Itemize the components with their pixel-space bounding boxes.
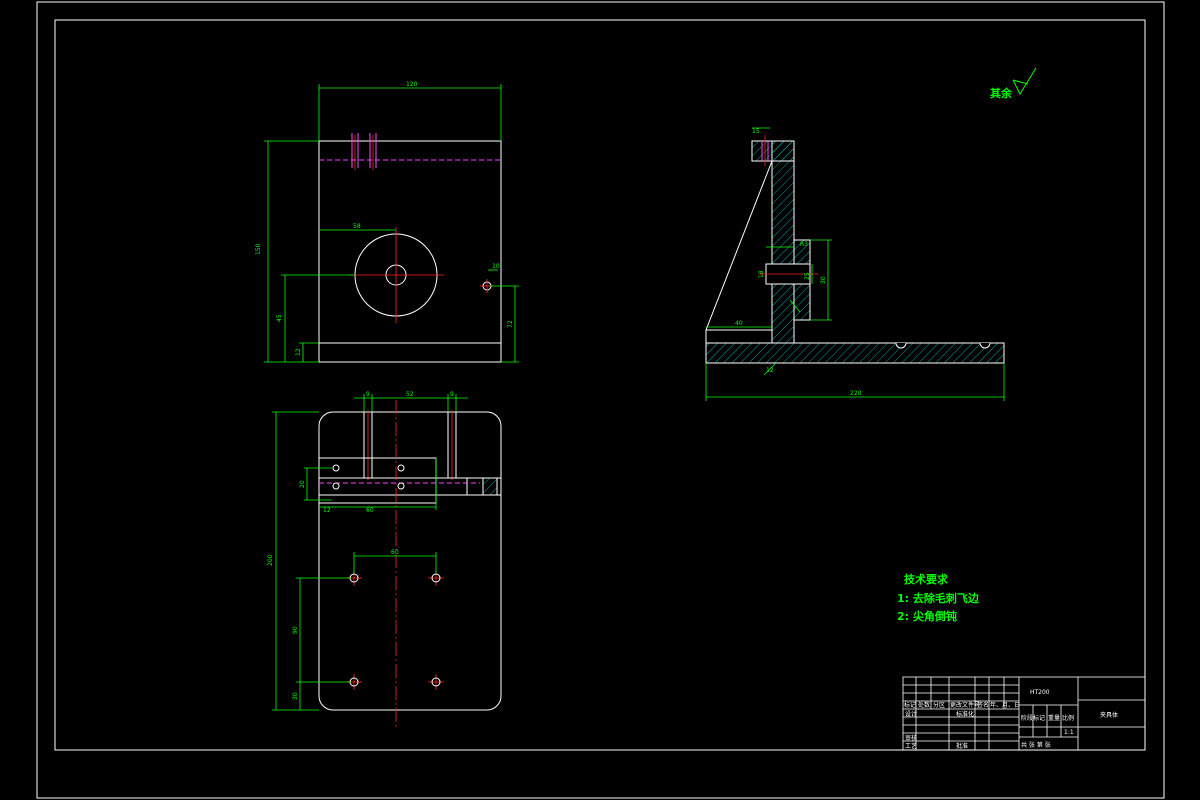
dim-side-hole: 18 bbox=[758, 270, 765, 278]
scale-value: 1:1 bbox=[1064, 729, 1074, 736]
checker-label: 审核 bbox=[905, 734, 917, 742]
stage-label: 阶段标记 bbox=[1021, 714, 1045, 722]
header-cell: 处数 bbox=[918, 701, 930, 709]
part-name: 夹具体 bbox=[1100, 711, 1118, 719]
roughness-note: 其余 bbox=[990, 67, 1037, 100]
side-section-view: 220 40 12 15 30 25 18 R3 bbox=[705, 127, 1005, 401]
tech-requirement-item: 1: 去除毛刺飞边 bbox=[897, 591, 980, 605]
dim-side-top: 15 bbox=[752, 128, 760, 135]
header-cell: 年、月、日 bbox=[990, 701, 1020, 709]
dim-top-total: 200 bbox=[267, 554, 274, 566]
approve-label: 批准 bbox=[956, 742, 968, 750]
dim-bottom-offset: 30 bbox=[292, 692, 299, 700]
dim-side-step: 30 bbox=[820, 276, 827, 284]
dim-slot-l: 60 bbox=[366, 507, 374, 514]
header-cell: 签名 bbox=[977, 701, 989, 709]
dim-side-fillet: R3 bbox=[800, 241, 808, 248]
standardization-label: 标准化 bbox=[956, 710, 974, 718]
scale-label: 比例 bbox=[1062, 714, 1074, 722]
dim-side-bore: 25 bbox=[804, 272, 811, 280]
dim-front-width: 120 bbox=[406, 81, 418, 88]
dim-slot-w: 12 bbox=[323, 507, 331, 514]
dim-top-gap-right: 9 bbox=[450, 391, 454, 398]
dim-left-height: 45 bbox=[276, 314, 283, 322]
dim-hole-height: 72 bbox=[507, 320, 514, 328]
tech-requirement-item: 2: 尖角倒钝 bbox=[897, 609, 957, 623]
process-label: 工艺 bbox=[905, 742, 917, 750]
dim-bore-offset: 58 bbox=[353, 223, 361, 230]
dim-slot-h: 20 bbox=[299, 480, 306, 488]
header-cell: 分区 bbox=[933, 701, 945, 709]
header-cell: 更改文件号 bbox=[950, 701, 980, 709]
dim-front-height: 150 bbox=[255, 243, 262, 255]
dim-hole-spacing-v: 90 bbox=[292, 626, 299, 634]
tech-requirements: 技术要求 1: 去除毛刺飞边 2: 尖角倒钝 bbox=[897, 572, 980, 623]
outer-frame bbox=[36, 1, 1165, 799]
top-view: 9 52 9 200 60 90 30 12 60 20 bbox=[267, 391, 502, 730]
dim-base-height: 12 bbox=[295, 348, 302, 356]
dim-top-gap-left: 9 bbox=[366, 391, 370, 398]
dim-side-thick: 12 bbox=[766, 367, 774, 374]
dim-side-total: 220 bbox=[850, 390, 862, 397]
dim-side-left: 40 bbox=[735, 320, 743, 327]
front-view: 120 150 58 45 12 72 10 bbox=[255, 81, 519, 363]
dim-small-hole: 10 bbox=[492, 263, 500, 270]
cad-drawing-sheet: 120 150 58 45 12 72 10 9 52 9 200 60 90 … bbox=[36, 1, 1165, 799]
roughness-text: 其余 bbox=[990, 86, 1013, 100]
dim-top-mid: 52 bbox=[406, 391, 414, 398]
dim-hole-spacing-h: 60 bbox=[391, 549, 399, 556]
material-label: HT200 bbox=[1030, 689, 1050, 696]
inner-frame bbox=[54, 19, 1146, 751]
tech-requirements-title: 技术要求 bbox=[904, 572, 949, 586]
weight-label: 重量 bbox=[1048, 714, 1060, 722]
header-cell: 标记 bbox=[904, 701, 916, 709]
designer-label: 设计 bbox=[905, 710, 917, 718]
sheet-label: 共 张 第 张 bbox=[1021, 741, 1051, 749]
